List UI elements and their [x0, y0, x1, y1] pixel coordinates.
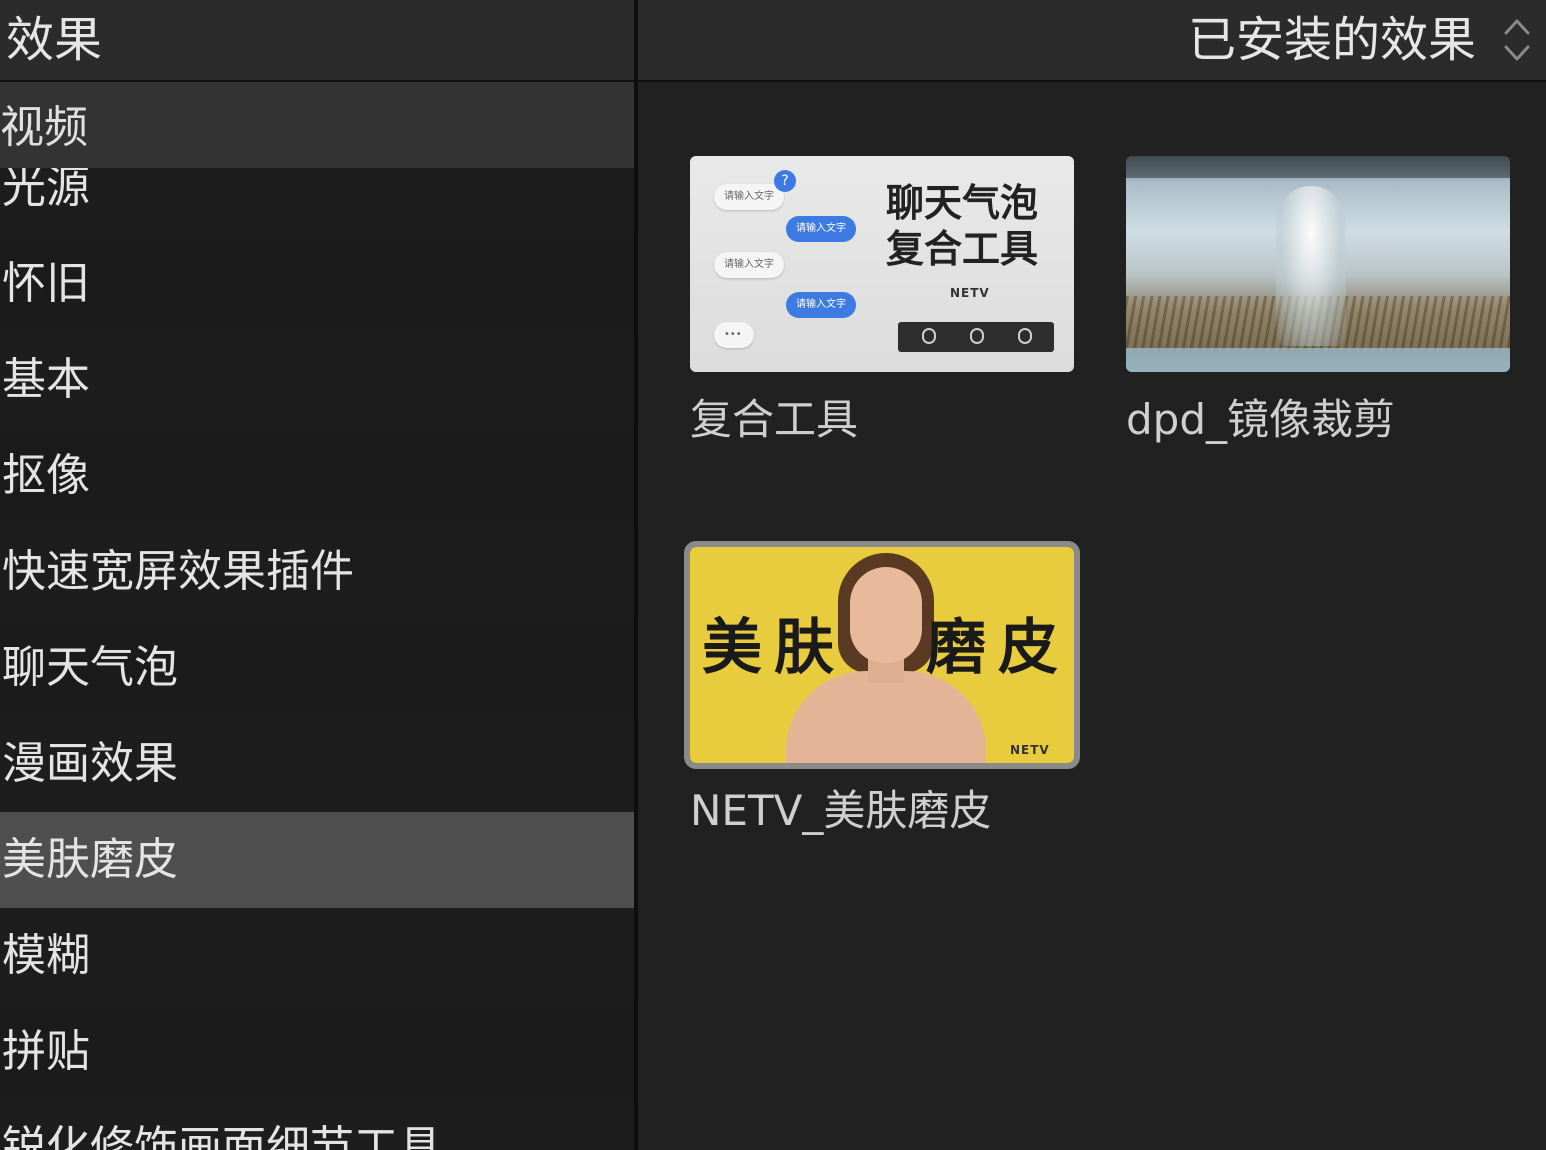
- category-label: 光源: [2, 162, 90, 213]
- category-label: 模糊: [2, 930, 90, 981]
- content-header: 已安装的效果: [638, 0, 1546, 82]
- question-badge: ?: [774, 170, 796, 192]
- category-item-sharpen-tool[interactable]: 锐化修饰画面细节工具: [0, 1100, 634, 1150]
- sidebar-title: 效果: [6, 12, 103, 68]
- effect-thumbnail: [1126, 156, 1510, 372]
- category-item-basic[interactable]: 基本: [0, 332, 634, 428]
- category-label: 漫画效果: [2, 738, 178, 789]
- thumbnail-figure: [1276, 186, 1346, 346]
- brand-mark: NETV: [1010, 743, 1050, 757]
- knob-icon: [1018, 328, 1032, 344]
- category-label: 美肤磨皮: [2, 834, 178, 885]
- effect-tile-mirror-crop[interactable]: dpd_镜像裁剪: [1126, 156, 1510, 444]
- thumbnail-control-bar: [898, 322, 1054, 352]
- thumbnail-text-left: 美肤: [702, 613, 846, 683]
- sidebar-header: 效果: [0, 0, 634, 82]
- section-header-video[interactable]: 视频: [0, 82, 634, 168]
- knob-icon: [922, 328, 936, 344]
- section-title: 视频: [0, 102, 88, 153]
- effect-name: NETV_美肤磨皮: [690, 786, 992, 835]
- chat-bubble: 请输入文字: [786, 216, 856, 242]
- effects-browser-panel: 已安装的效果 请输入文字 ? 请输入文字 请输入文字 请输入文字 ••• 聊天气…: [638, 0, 1546, 1150]
- chat-bubble: 请输入文字: [714, 184, 784, 210]
- thumbnail-title-line: 复合工具: [886, 226, 1039, 271]
- category-label: 怀旧: [2, 258, 90, 309]
- category-label: 抠像: [2, 450, 90, 501]
- thumbnail-title: 聊天气泡 复合工具: [886, 180, 1038, 272]
- category-label: 基本: [2, 354, 90, 405]
- category-item-chat-bubble[interactable]: 聊天气泡: [0, 620, 634, 716]
- thumbnail-top-bar: [1126, 156, 1510, 178]
- typing-bubble: •••: [714, 322, 754, 348]
- brand-mark: NETV: [950, 286, 990, 300]
- portrait-body: [786, 671, 986, 763]
- effect-name: 复合工具: [690, 395, 859, 444]
- effect-tile-skin-smoothing[interactable]: 美肤 磨皮 NETV NETV_美肤磨皮: [684, 541, 1080, 835]
- category-item-comic-effect[interactable]: 漫画效果: [0, 716, 634, 812]
- category-label: 拼贴: [2, 1026, 90, 1077]
- category-item-blur[interactable]: 模糊: [0, 908, 634, 1004]
- category-label: 锐化修饰画面细节工具: [2, 1122, 442, 1150]
- effect-tile-composite-tool[interactable]: 请输入文字 ? 请输入文字 请输入文字 请输入文字 ••• 聊天气泡 复合工具 …: [690, 156, 1074, 444]
- category-label: 聊天气泡: [2, 642, 178, 693]
- effect-thumbnail: 请输入文字 ? 请输入文字 请输入文字 请输入文字 ••• 聊天气泡 复合工具 …: [690, 156, 1074, 372]
- category-label: 快速宽屏效果插件: [2, 546, 354, 597]
- knob-icon: [970, 328, 984, 344]
- effects-browser: 光源 怀旧 基本 抠像 快速宽屏效果插件 聊天气泡 漫画效果 美肤磨皮 模糊 拼…: [0, 0, 1546, 1150]
- thumbnail-title-line: 聊天气泡: [886, 180, 1039, 225]
- effect-thumbnail: 美肤 磨皮 NETV: [684, 541, 1080, 769]
- updown-chevron-icon: [1504, 19, 1530, 61]
- category-item-widescreen-plugin[interactable]: 快速宽屏效果插件: [0, 524, 634, 620]
- installed-effects-select[interactable]: 已安装的效果: [1188, 8, 1532, 72]
- category-item-collage[interactable]: 拼贴: [0, 1004, 634, 1100]
- category-item-skin-smoothing[interactable]: 美肤磨皮: [0, 812, 634, 908]
- filter-label: 已安装的效果: [1187, 12, 1476, 68]
- chat-bubble: 请输入文字: [714, 252, 784, 278]
- thumbnail-bottom-bar: [1126, 348, 1510, 372]
- category-list: 光源 怀旧 基本 抠像 快速宽屏效果插件 聊天气泡 漫画效果 美肤磨皮 模糊 拼…: [0, 140, 634, 1150]
- effect-name: dpd_镜像裁剪: [1126, 395, 1395, 444]
- portrait-face: [850, 567, 922, 663]
- category-item-vintage[interactable]: 怀旧: [0, 236, 634, 332]
- effects-sidebar: 光源 怀旧 基本 抠像 快速宽屏效果插件 聊天气泡 漫画效果 美肤磨皮 模糊 拼…: [0, 0, 634, 1150]
- chat-bubble: 请输入文字: [786, 292, 856, 318]
- category-item-keying[interactable]: 抠像: [0, 428, 634, 524]
- thumbnail-text-right: 磨皮: [926, 613, 1070, 683]
